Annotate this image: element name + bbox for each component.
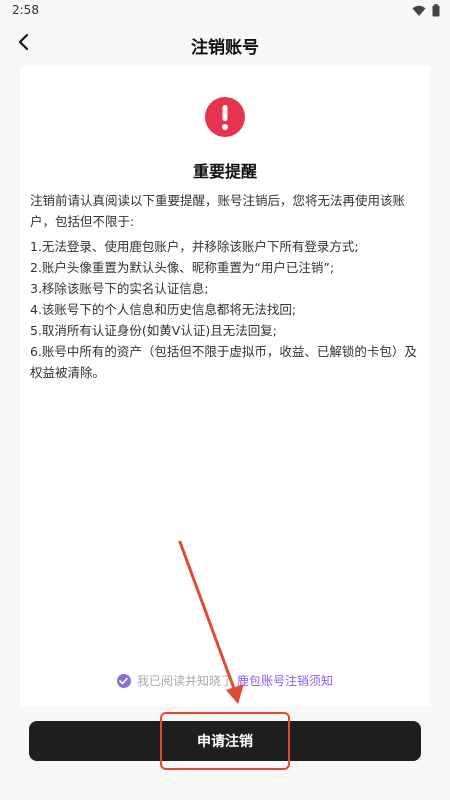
notice-list: 1.无法登录、使用鹿包账户，并移除该账户下所有登录方式; 2.账户头像重置为默认… [30, 236, 422, 383]
notice-card: 重要提醒 注销前请认真阅读以下重要提醒，账号注销后，您将无法再使用该账户，包括但… [20, 66, 430, 706]
notice-item: 6.账号中所有的资产（包括但不限于虚拟币，收益、已解锁的卡包）及权益被清除。 [30, 344, 417, 380]
agreement-text: 我已阅读并知晓了 [136, 674, 233, 688]
status-time: 2:58 [12, 3, 39, 17]
check-icon [119, 677, 129, 684]
notice-item: 3.移除该账号下的实名认证信息; [30, 281, 209, 296]
app-bar: 注销账号 [0, 22, 450, 66]
battery-icon [432, 4, 440, 20]
agreement-row: 我已阅读并知晓了 鹿包账号注销须知 [0, 672, 450, 689]
wifi-icon [412, 5, 426, 20]
page-title: 注销账号 [191, 38, 259, 58]
notice-title: 重要提醒 [192, 162, 257, 181]
apply-cancellation-button[interactable]: 申请注销 [29, 721, 421, 761]
notice-intro: 注销前请认真阅读以下重要提醒，账号注销后，您将无法再使用该账户，包括但不限于: [30, 193, 406, 229]
notice-item: 1.无法登录、使用鹿包账户，并移除该账户下所有登录方式; [30, 239, 359, 254]
agreement-link[interactable]: 鹿包账号注销须知 [237, 672, 333, 689]
status-icons [412, 4, 440, 20]
notice-item: 5.取消所有认证身份(如黄V认证)且无法回复; [30, 323, 277, 338]
notice-item: 4.该账号下的个人信息和历史信息都将无法找回; [30, 302, 297, 317]
warning-icon [204, 96, 246, 138]
notice-item: 2.账户头像重置为默认头像、昵称重置为“用户已注销”; [30, 260, 335, 275]
agreement-checkbox[interactable] [116, 673, 131, 688]
status-bar: 2:58 [0, 0, 450, 22]
